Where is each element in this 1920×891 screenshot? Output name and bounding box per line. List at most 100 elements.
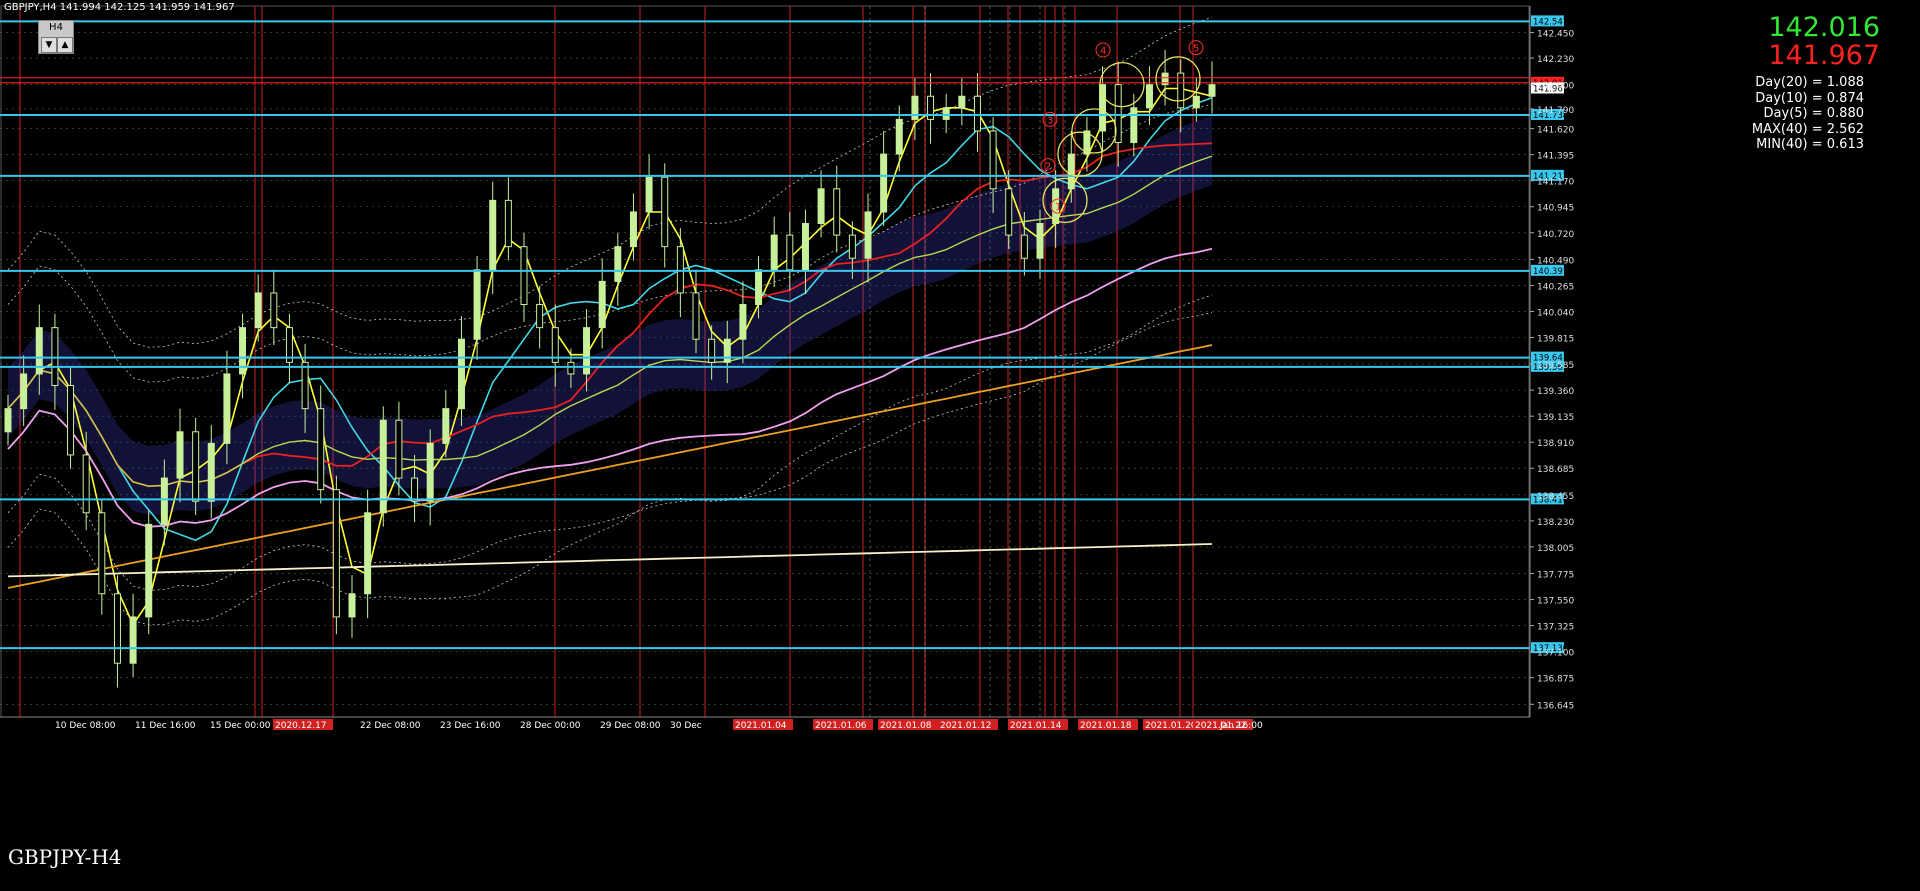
- candle-body: [645, 176, 653, 213]
- candle-body: [1177, 72, 1185, 109]
- y-tick-label: 140.490: [1537, 256, 1574, 266]
- price-level-label: 142.547: [1533, 17, 1568, 27]
- candle-body: [192, 431, 200, 502]
- y-tick-label: 136.645: [1537, 701, 1574, 711]
- candle-body: [895, 118, 903, 155]
- bid-price: 142.016: [1768, 12, 1880, 43]
- candle-body: [442, 408, 450, 444]
- candle-body: [348, 593, 356, 618]
- x-tick-label: 22 Dec 08:00: [360, 721, 421, 731]
- candle-body: [207, 442, 215, 502]
- stat-day20: Day(20) = 1.088: [1755, 75, 1864, 90]
- candle-body: [317, 408, 325, 491]
- y-tick-label: 141.790: [1537, 106, 1574, 116]
- candle-body: [51, 327, 59, 387]
- candle-body: [755, 269, 763, 306]
- x-tick-label: 2021.01.08: [880, 721, 932, 731]
- candle-body: [364, 512, 372, 595]
- stat-day5: Day(5) = 0.880: [1763, 106, 1864, 121]
- x-tick-label: 30 Dec: [670, 721, 702, 731]
- x-tick-label: 29 Dec 08:00: [600, 721, 661, 731]
- timeframe-box[interactable]: H4 ▼ ▲: [38, 20, 74, 54]
- y-tick-label: 140.265: [1537, 282, 1574, 292]
- candle-body: [598, 280, 606, 329]
- x-tick-label: 2021.01.04: [735, 721, 787, 731]
- candle-body: [1192, 95, 1200, 109]
- candle-body: [145, 523, 153, 618]
- candle-body: [1130, 107, 1138, 144]
- y-tick-label: 137.550: [1537, 597, 1574, 607]
- scroll-down-icon[interactable]: ▼: [41, 37, 57, 53]
- range-stats: Day(20) = 1.088 Day(10) = 0.874 Day(5) =…: [1752, 75, 1864, 153]
- candle-body: [629, 211, 637, 248]
- wave-number: 3: [1047, 115, 1053, 126]
- x-tick-label: 2021.01.14: [1010, 721, 1062, 731]
- candle-body: [176, 431, 184, 479]
- y-tick-label: 142.230: [1537, 55, 1574, 65]
- price-level-label: 140.391: [1533, 267, 1568, 277]
- x-tick-label: 10 Dec 08:00: [55, 721, 116, 731]
- y-tick-label: 140.720: [1537, 230, 1574, 240]
- x-tick-label: 11 Dec 16:00: [135, 721, 196, 731]
- x-tick-label: Jan 16:00: [1219, 721, 1263, 731]
- candle-body: [770, 234, 778, 271]
- timeframe-label: H4: [49, 22, 63, 33]
- y-tick-label: 138.005: [1537, 544, 1574, 554]
- candle-body: [1036, 223, 1044, 259]
- candle-body: [676, 246, 684, 294]
- candle-body: [958, 95, 966, 109]
- candle-body: [67, 385, 75, 456]
- y-tick-label: 140.040: [1537, 308, 1574, 318]
- y-tick-label: 138.455: [1537, 492, 1574, 502]
- wave-number: 4: [1100, 46, 1106, 57]
- candle-body: [301, 361, 309, 410]
- candle-body: [332, 489, 340, 618]
- y-tick-label: 140.945: [1537, 204, 1574, 214]
- candle-body: [20, 373, 28, 410]
- x-tick-label: 2021.01.12: [940, 721, 992, 731]
- candle-body: [817, 188, 825, 225]
- wave-number: 1: [1055, 202, 1061, 213]
- candle-body: [113, 593, 121, 664]
- candle-body: [520, 246, 528, 306]
- y-tick-label: 139.585: [1537, 361, 1574, 371]
- candle-body: [880, 153, 888, 213]
- candle-body: [457, 338, 465, 410]
- candle-body: [739, 304, 747, 340]
- y-tick-label: 139.360: [1537, 387, 1574, 397]
- symbol-label: GBPJPY-H4: [8, 845, 122, 869]
- wave-number: 5: [1193, 44, 1199, 55]
- y-tick-label: 139.815: [1537, 334, 1574, 344]
- candle-body: [1005, 188, 1013, 236]
- candle-body: [426, 442, 434, 502]
- candle-body: [160, 477, 168, 525]
- y-tick-label: 138.230: [1537, 518, 1574, 528]
- y-tick-label: 136.875: [1537, 675, 1574, 685]
- candle-body: [270, 292, 278, 329]
- candle-body: [989, 130, 997, 190]
- candle-body: [1208, 84, 1216, 97]
- stat-day10: Day(10) = 0.874: [1755, 90, 1864, 106]
- candle-body: [129, 616, 137, 664]
- candle-body: [1099, 84, 1107, 132]
- scroll-up-icon[interactable]: ▲: [57, 37, 73, 53]
- stat-max40: MAX(40) = 2.562: [1751, 121, 1864, 137]
- y-tick-label: 137.325: [1537, 623, 1574, 633]
- price-chart[interactable]: 142.547142.016141.738141.212140.391139.6…: [0, 0, 1920, 891]
- candle-body: [489, 199, 497, 271]
- stat-min40: MIN(40) = 0.613: [1756, 137, 1864, 152]
- candle-body: [723, 338, 731, 363]
- wave-number: 2: [1045, 162, 1051, 173]
- x-tick-label: 2021.01.06: [815, 721, 867, 731]
- candle-body: [848, 234, 856, 259]
- x-tick-label: 23 Dec 16:00: [440, 721, 501, 731]
- candle-body: [801, 223, 809, 271]
- candle-body: [786, 234, 794, 271]
- y-tick-label: 138.910: [1537, 439, 1574, 449]
- y-tick-label: 139.135: [1537, 413, 1574, 423]
- candle-body: [973, 95, 981, 132]
- y-tick-label: 142.450: [1537, 30, 1574, 40]
- candle-body: [864, 211, 872, 259]
- x-tick-label: 2021.01.18: [1080, 721, 1132, 731]
- candle-body: [98, 512, 106, 595]
